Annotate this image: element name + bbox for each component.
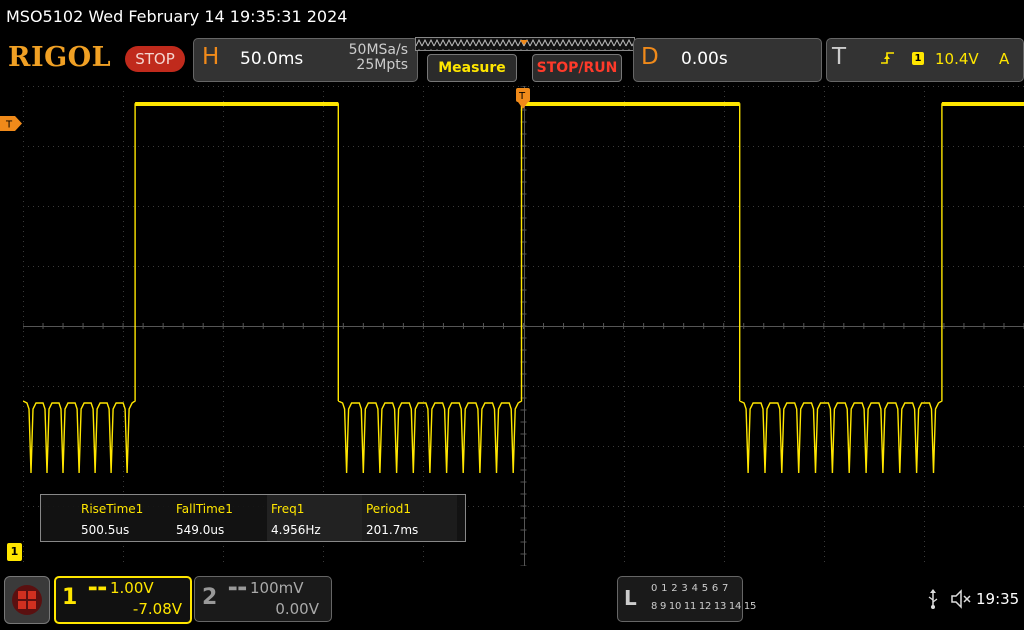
measurement-value: 201.7ms: [366, 523, 419, 537]
measurement-label: RiseTime1: [81, 502, 144, 516]
trigger-level: 10.4V: [935, 50, 979, 68]
ch1-number: 1: [62, 585, 78, 610]
logic-label: L: [624, 586, 637, 610]
ch1-scale: 1.00V: [110, 579, 154, 597]
grid-menu-icon: [12, 585, 42, 615]
brand-logo: RIGOL: [8, 42, 112, 73]
logic-channels-row1: 0 1 2 3 4 5 6 7: [651, 583, 729, 594]
trigger-source-badge: 1: [912, 52, 924, 65]
run-state-badge[interactable]: STOP: [125, 46, 185, 72]
trigger-level-marker[interactable]: T: [0, 116, 22, 131]
memory-position-strip[interactable]: [415, 37, 635, 51]
delay-label: D: [641, 44, 659, 70]
trigger-panel[interactable]: [826, 38, 1024, 82]
rising-edge-icon: [881, 52, 894, 64]
ch2-dc-coupling-icon: ▬▬: [228, 583, 247, 594]
ch2-offset: 0.00V: [275, 600, 319, 618]
measurement-label: Freq1: [271, 502, 305, 516]
timebase-value: 50.0ms: [240, 49, 304, 69]
measurement-value: 500.5us: [81, 523, 130, 537]
acquisition-info: 50MSa/s 25Mpts: [332, 43, 408, 73]
measurement-freq[interactable]: Freq1 4.956Hz: [267, 495, 362, 541]
delay-value: 0.00s: [681, 49, 728, 69]
measurement-label: Period1: [366, 502, 412, 516]
ch1-trace: [23, 103, 1024, 474]
trigger-position-marker[interactable]: T: [516, 88, 530, 110]
measurement-value: 4.956Hz: [271, 523, 321, 537]
measurement-falltime[interactable]: FallTime1 549.0us: [136, 495, 233, 541]
ch1-offset: -7.08V: [132, 600, 182, 618]
measurement-panel: RiseTime1 500.5us FallTime1 549.0us Freq…: [40, 494, 466, 542]
trigger-level-marker-label: T: [5, 120, 13, 131]
stop-run-button[interactable]: STOP/RUN: [532, 54, 622, 82]
clock: 19:35: [976, 590, 1020, 608]
ch1-ground-marker[interactable]: 1: [7, 543, 22, 561]
trigger-mode: A: [999, 50, 1010, 68]
ch2-scale: 100mV: [250, 579, 304, 597]
measurement-label: FallTime1: [176, 502, 233, 516]
menu-button[interactable]: [4, 576, 50, 624]
trigger-position-marker-label: T: [518, 91, 526, 102]
logic-channels-row2: 8 9 10 11 12 13 14 15: [651, 601, 757, 612]
trigger-label: T: [832, 44, 847, 70]
window-title: MSO5102 Wed February 14 19:35:31 2024: [6, 7, 348, 26]
ch2-number: 2: [202, 585, 218, 610]
measurement-risetime[interactable]: RiseTime1 500.5us: [41, 495, 143, 541]
measure-button[interactable]: Measure: [427, 54, 517, 82]
usb-icon: [928, 589, 938, 609]
speaker-muted-icon[interactable]: [950, 589, 972, 609]
horizontal-label: H: [202, 44, 220, 70]
memory-depth: 25Mpts: [356, 57, 408, 73]
sample-rate: 50MSa/s: [348, 42, 408, 58]
measurement-value: 549.0us: [176, 523, 225, 537]
ch1-dc-coupling-icon: ▬▬: [88, 583, 107, 594]
measurement-period[interactable]: Period1 201.7ms: [362, 495, 457, 541]
